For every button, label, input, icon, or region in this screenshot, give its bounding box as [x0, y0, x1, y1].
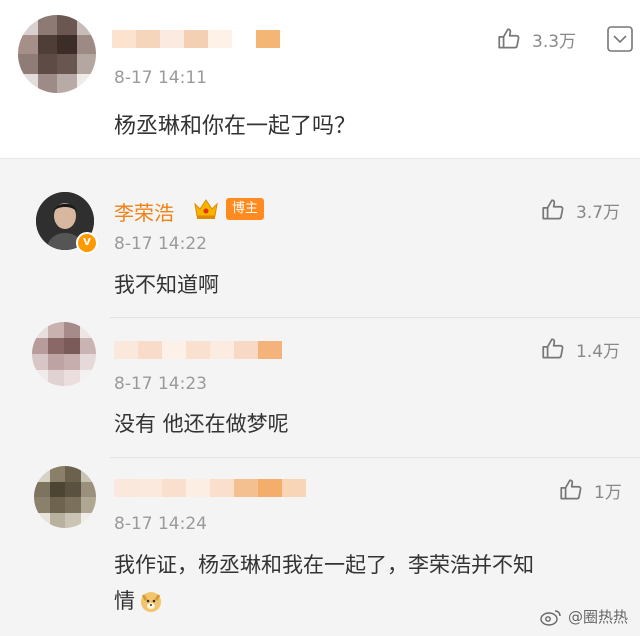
reply-list: V 李荣浩 博主 8-17 14:22 我不知道啊 3.7万 8-17 14:2…: [0, 158, 640, 636]
reply-text-continued: 情: [114, 582, 163, 620]
like-button[interactable]: 1.4万: [540, 336, 620, 362]
verified-v-icon: V: [76, 232, 98, 254]
blurred-username[interactable]: [114, 341, 282, 359]
reply-time: 8-17 14:24: [114, 514, 207, 534]
like-count: 1万: [594, 482, 622, 503]
like-count: 1.4万: [576, 341, 621, 362]
blurred-avatar[interactable]: [34, 466, 96, 528]
like-button[interactable]: 1万: [558, 477, 622, 503]
like-count: 3.3万: [532, 31, 577, 52]
reply-text: 我不知道啊: [114, 273, 219, 297]
reply-text-line2: 情: [114, 589, 135, 613]
watermark: @圈热热: [540, 606, 628, 627]
comment-text: 杨丞琳和你在一起了吗？: [114, 114, 357, 139]
thumbs-up-icon: [542, 199, 564, 220]
like-button[interactable]: 3.7万: [540, 197, 620, 223]
main-comment: 8-17 14:11 杨丞琳和你在一起了吗？ 3.3万: [0, 0, 640, 158]
blurred-username[interactable]: [112, 30, 280, 48]
blurred-username[interactable]: [114, 479, 306, 497]
like-button[interactable]: 3.3万: [496, 26, 576, 52]
reply-text: 没有 他还在做梦呢: [114, 412, 289, 436]
reply-username[interactable]: 李荣浩: [114, 197, 174, 226]
blurred-avatar[interactable]: [18, 15, 96, 93]
host-badge: 博主: [226, 198, 265, 220]
weibo-icon: [540, 609, 561, 626]
reply-text: 我作证，杨丞琳和我在一起了，李荣浩并不知: [114, 553, 534, 577]
crown-icon: [194, 199, 218, 219]
chevron-down-icon[interactable]: [606, 25, 634, 53]
thumbs-up-icon: [498, 28, 520, 49]
reply-time: 8-17 14:22: [114, 234, 207, 254]
watermark-text: @圈热热: [567, 608, 628, 626]
reply-time: 8-17 14:23: [114, 374, 207, 394]
thumbs-up-icon: [542, 338, 564, 359]
like-count: 3.7万: [576, 202, 621, 223]
reply-divider: [110, 457, 640, 458]
comment-time: 8-17 14:11: [114, 68, 207, 88]
doge-emoji: [141, 592, 161, 612]
blurred-avatar[interactable]: [32, 322, 96, 386]
reply-divider: [110, 317, 640, 318]
thumbs-up-icon: [560, 479, 582, 500]
